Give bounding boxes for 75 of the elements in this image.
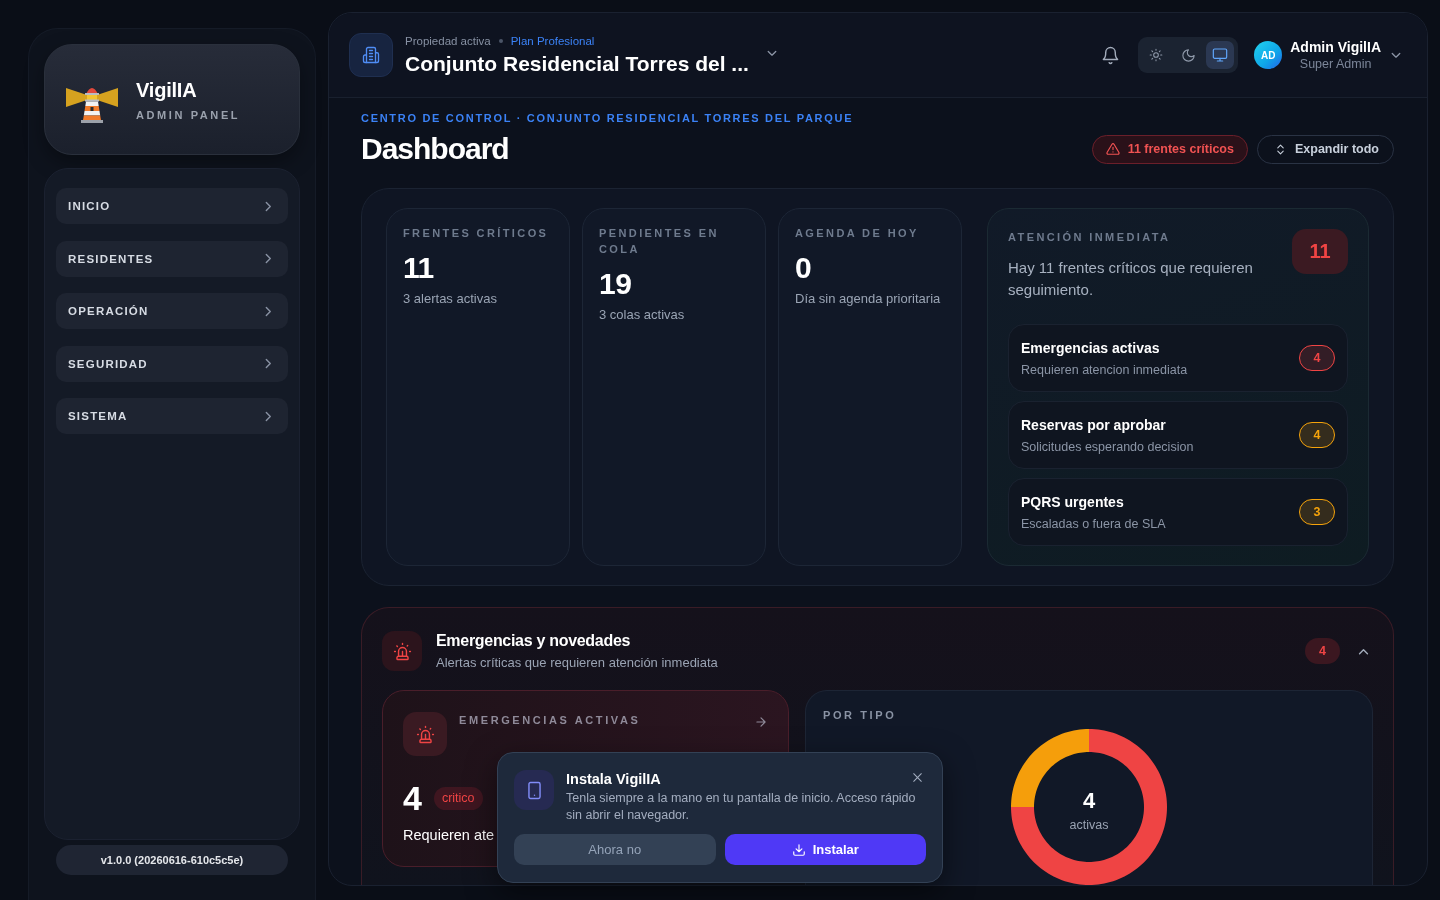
bell-icon[interactable] [1101,45,1121,65]
attention-item-subtitle: Solicitudes esperando decision [1021,438,1194,455]
critical-alerts-button[interactable]: 11 frentes críticos [1091,134,1248,164]
context-label: Propiedad activa [405,33,491,48]
stat-detail: 3 colas activas [599,307,686,323]
app-subtitle: ADMIN PANEL [136,107,241,122]
count-badge: 3 [1299,499,1335,525]
download-icon [791,842,806,857]
monitor-icon [1212,47,1229,63]
moon-icon [1180,47,1196,63]
attention-label: ATENCIÓN INMEDIATA [1008,230,1172,245]
building-icon [349,33,393,77]
user-role: Super Admin [1299,56,1372,72]
attention-item[interactable]: Reservas por aprobar Solicitudes esperando decision 4 [1008,401,1348,469]
arrow-right-icon[interactable] [754,715,768,729]
card-detail: Requieren ate [403,826,496,844]
tablet-icon [514,770,554,810]
property-name: Conjunto Residencial Torres del ... [405,50,749,77]
breadcrumb: CENTRO DE CONTROL · CONJUNTO RESIDENCIAL TORRES DEL PARQUE [361,111,855,126]
attention-item[interactable]: Emergencias activas Requieren atencion inmediata 4 [1008,324,1348,392]
install-button[interactable]: Instalar [724,834,926,865]
nav-item[interactable]: OPERACIÓN [56,293,288,329]
chevron-down-icon[interactable] [1391,51,1401,59]
page-title: Dashboard [361,132,509,166]
chevron-right-icon [265,200,272,212]
popup-title: Instala VigilIA [566,770,661,788]
version-label: v1.0.0 (20260616-610c5c5e) [56,845,288,875]
chart-center-label: activas [1068,817,1110,833]
chart-center-value: 4 [1081,789,1097,813]
stat-label: AGENDA DE HOY [795,226,920,241]
nav-item[interactable]: SEGURIDAD [56,345,288,382]
chevron-right-icon [265,305,272,317]
separator-dot-icon [498,38,503,43]
siren-icon [382,631,422,671]
emergency-count-badge: 4 [1305,638,1340,664]
nav-item[interactable]: RESIDENTES [56,240,288,277]
warning-icon [1105,142,1120,156]
count-badge: 4 [1299,422,1335,448]
system-theme-button[interactable] [1206,41,1235,69]
nav-item[interactable]: INICIO [56,188,288,224]
nav-item[interactable]: SISTEMA [56,398,288,434]
card-label: POR TIPO [823,709,898,722]
user-name: Admin VigilIA [1290,38,1381,56]
stat-value: 19 [599,266,633,302]
stat-detail: 3 alertas activas [403,291,498,307]
attention-item-title: PQRS urgentes [1021,492,1125,511]
attention-item-title: Emergencias activas [1021,338,1161,357]
attention-item-subtitle: Escaladas o fuera de SLA [1021,515,1166,532]
siren-icon [403,712,447,756]
attention-item[interactable]: PQRS urgentes Escaladas o fuera de SLA 3 [1008,478,1348,546]
severity-tag: critico [433,786,483,810]
section-subtitle: Alertas críticas que requieren atención inmediata [436,655,718,671]
chevron-right-icon [265,410,272,422]
app-name: VigilIA [136,77,198,102]
chevron-right-icon [265,358,272,369]
stat-label: FRENTES CRÍTICOS [403,226,550,241]
stat-detail: Día sin agenda prioritaria [795,291,942,307]
attention-item-subtitle: Requieren atencion inmediata [1021,361,1188,378]
attention-message: Hay 11 frentes críticos que requieren seguimiento. [1008,258,1254,300]
dismiss-button[interactable]: Ahora no [514,834,716,865]
chevron-down-icon[interactable] [766,49,777,57]
section-title: Emergencias y novedades [436,631,632,651]
close-icon[interactable] [911,771,924,784]
emergency-count: 4 [403,780,422,816]
plan-label: Plan Profesional [510,33,595,48]
critical-count-badge: 11 [1292,229,1348,274]
count-badge: 4 [1299,345,1335,371]
sun-icon [1149,48,1164,62]
chevron-up-icon[interactable] [1358,647,1369,655]
stat-label: PENDIENTES EN COLA [599,226,720,257]
stat-value: 11 [403,250,435,286]
card-label: EMERGENCIAS ACTIVAS [459,713,641,728]
attention-item-title: Reservas por aprobar [1021,415,1167,434]
stat-value: 0 [795,250,813,286]
chevron-right-icon [265,253,272,264]
